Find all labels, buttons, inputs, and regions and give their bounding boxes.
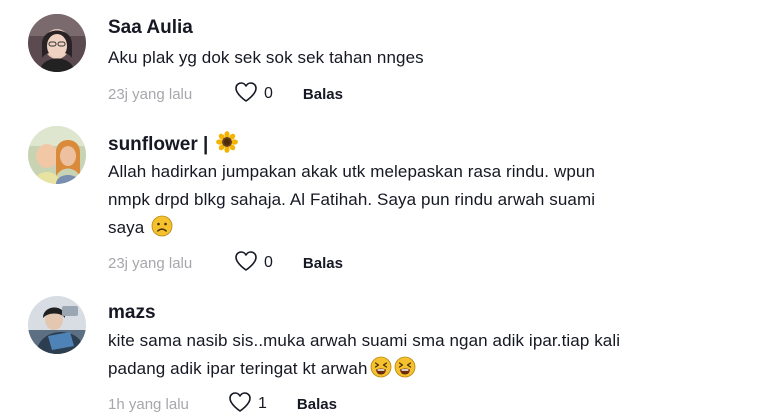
sad-face-emoji <box>151 215 173 246</box>
like-count: 1 <box>258 395 267 412</box>
comment-text-fragment: padang adik ipar teringat kt arwah <box>108 359 368 378</box>
comment-item: sunflower | Allah hadirkan jumpakan akak… <box>0 120 757 290</box>
username[interactable]: Saa Aulia <box>108 17 193 39</box>
comment-time: 23j yang lalu <box>108 254 193 272</box>
reply-button[interactable]: Balas <box>303 255 343 272</box>
avatar[interactable] <box>28 126 86 184</box>
heart-outline-icon <box>234 81 258 107</box>
tired-face-emoji <box>370 356 392 387</box>
comment-text: Aku plak yg dok sek sok sek tahan nnges <box>108 44 708 72</box>
like-count: 0 <box>264 254 273 271</box>
comment-time: 23j yang lalu <box>108 85 193 103</box>
comment-time: 1h yang lalu <box>108 395 189 413</box>
comment-meta: 1h yang lalu 1 Balas <box>108 392 337 416</box>
like-button[interactable]: 0 <box>234 250 273 276</box>
comment-text-line: Aku plak yg dok sek sok sek tahan nnges <box>108 48 424 67</box>
like-count: 0 <box>264 85 273 102</box>
like-button[interactable]: 1 <box>228 391 267 417</box>
comment-text: kite sama nasib sis..muka arwah suami sm… <box>108 327 708 387</box>
comment-text-line: kite sama nasib sis..muka arwah suami sm… <box>108 331 621 350</box>
comment-text: Allah hadirkan jumpakan akak utk melepas… <box>108 158 708 246</box>
heart-outline-icon <box>234 250 258 276</box>
avatar[interactable] <box>28 14 86 72</box>
comment-text-line-last: saya <box>108 214 708 246</box>
avatar[interactable] <box>28 296 86 354</box>
reply-button[interactable]: Balas <box>303 86 343 103</box>
comment-item: Saa Aulia Aku plak yg dok sek sok sek ta… <box>0 0 757 120</box>
username-text: sunflower | <box>108 134 209 155</box>
heart-outline-icon <box>228 391 252 417</box>
username[interactable]: sunflower | <box>108 131 238 159</box>
comment-meta: 23j yang lalu 0 Balas <box>108 82 343 106</box>
username[interactable]: mazs <box>108 302 156 324</box>
comment-text-line: nmpk drpd blkg sahaja. Al Fatihah. Saya … <box>108 190 596 209</box>
comment-text-line: Allah hadirkan jumpakan akak utk melepas… <box>108 162 595 181</box>
comment-meta: 23j yang lalu 0 Balas <box>108 251 343 275</box>
sunflower-icon <box>215 131 238 159</box>
reply-button[interactable]: Balas <box>297 396 337 413</box>
tired-face-emoji <box>394 356 416 387</box>
comment-text-line-last: padang adik ipar teringat kt arwah <box>108 355 708 387</box>
like-button[interactable]: 0 <box>234 81 273 107</box>
comment-text-fragment: saya <box>108 218 145 237</box>
comment-item: mazs kite sama nasib sis..muka arwah sua… <box>0 290 757 416</box>
